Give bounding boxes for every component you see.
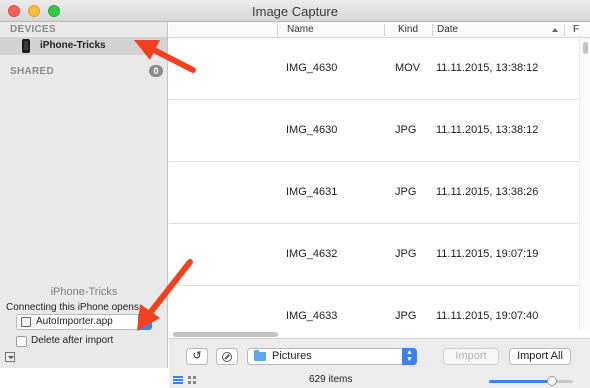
- vertical-scroll-thumb[interactable]: [583, 42, 588, 54]
- column-divider: [384, 24, 385, 36]
- column-kind-header[interactable]: Kind: [398, 24, 418, 35]
- import-destination-select[interactable]: Pictures ▲ ▼: [247, 348, 417, 365]
- status-bar: 629 items: [169, 374, 590, 388]
- connect-app-label: AutoImporter.app: [36, 316, 113, 327]
- import-all-button[interactable]: Import All: [509, 348, 571, 365]
- delete-button[interactable]: [216, 348, 238, 365]
- table-row[interactable]: IMG_4632 JPG 11.11.2015, 19:07:19: [169, 224, 579, 286]
- cell-kind: MOV: [395, 62, 421, 74]
- connect-opens-label: Connecting this iPhone opens:: [6, 302, 142, 313]
- file-list: IMG_4630 MOV 11.11.2015, 13:38:12 IMG_46…: [169, 38, 579, 330]
- slider-thumb[interactable]: [547, 376, 557, 386]
- rotate-left-button[interactable]: ↺: [186, 348, 208, 365]
- cell-name: IMG_4633: [286, 310, 338, 322]
- folder-icon: [254, 350, 266, 361]
- title-bar: Image Capture: [0, 0, 590, 22]
- sort-ascending-icon: [552, 28, 558, 32]
- slider-fill: [489, 380, 552, 383]
- column-divider: [564, 24, 565, 36]
- import-destination-label: Pictures: [272, 350, 312, 362]
- cell-name: IMG_4630: [286, 62, 338, 74]
- device-panel-title: iPhone-Tricks: [50, 286, 118, 298]
- cell-name: IMG_4632: [286, 248, 338, 260]
- column-f-header[interactable]: F: [573, 24, 579, 35]
- no-entry-icon: [222, 352, 232, 362]
- grid-view-icon[interactable]: [188, 376, 196, 384]
- app-icon: [21, 317, 31, 327]
- cell-kind: JPG: [395, 248, 417, 260]
- cell-date: 11.11.2015, 13:38:12: [436, 124, 539, 136]
- delete-after-import-checkbox[interactable]: [16, 336, 27, 347]
- window-title: Image Capture: [252, 4, 338, 19]
- column-divider: [432, 24, 433, 36]
- cell-kind: JPG: [395, 186, 417, 198]
- shared-count-badge: 0: [149, 65, 163, 77]
- select-stepper-icon: ▲ ▼: [402, 348, 417, 365]
- list-view-icon[interactable]: [173, 376, 183, 384]
- column-header: Name Kind Date F: [169, 22, 590, 38]
- horizontal-scroll-thumb[interactable]: [173, 332, 278, 337]
- cell-name: IMG_4631: [286, 186, 338, 198]
- connect-app-select[interactable]: AutoImporter.app ▲ ▼: [16, 314, 152, 330]
- cell-date: 11.11.2015, 19:07:40: [436, 310, 539, 322]
- iphone-icon: [22, 39, 30, 53]
- vertical-scrollbar[interactable]: [579, 38, 590, 330]
- cell-name: IMG_4630: [286, 124, 338, 136]
- device-label: iPhone-Tricks: [40, 40, 106, 51]
- sidebar-toggle-button[interactable]: [5, 352, 15, 362]
- column-divider: [277, 24, 278, 36]
- item-count: 629 items: [309, 374, 353, 385]
- cell-kind: JPG: [395, 310, 417, 322]
- cell-date: 11.11.2015, 13:38:26: [436, 186, 539, 198]
- table-row[interactable]: IMG_4633 JPG 11.11.2015, 19:07:40: [169, 286, 579, 330]
- delete-after-import-label: Delete after import: [31, 335, 114, 346]
- bottom-toolbar: ↺ Pictures ▲ ▼ Import Import All: [169, 338, 590, 374]
- column-name-header[interactable]: Name: [287, 24, 314, 35]
- shared-section-header: SHARED: [10, 66, 55, 77]
- table-row[interactable]: IMG_4631 JPG 11.11.2015, 13:38:26: [169, 162, 579, 224]
- devices-section-header: DEVICES: [10, 24, 57, 35]
- column-date-header[interactable]: Date: [437, 24, 458, 35]
- select-stepper-icon: ▲ ▼: [138, 314, 152, 330]
- sidebar-item-iphone[interactable]: iPhone-Tricks: [0, 37, 167, 55]
- rotate-icon: ↺: [192, 350, 202, 362]
- cell-date: 11.11.2015, 19:07:19: [436, 248, 539, 260]
- thumbnail-size-slider[interactable]: [489, 376, 573, 386]
- cell-date: 11.11.2015, 13:38:12: [436, 62, 539, 74]
- table-row[interactable]: IMG_4630 JPG 11.11.2015, 13:38:12: [169, 100, 579, 162]
- table-row[interactable]: IMG_4630 MOV 11.11.2015, 13:38:12: [169, 38, 579, 100]
- cell-kind: JPG: [395, 124, 417, 136]
- import-button[interactable]: Import: [443, 348, 499, 365]
